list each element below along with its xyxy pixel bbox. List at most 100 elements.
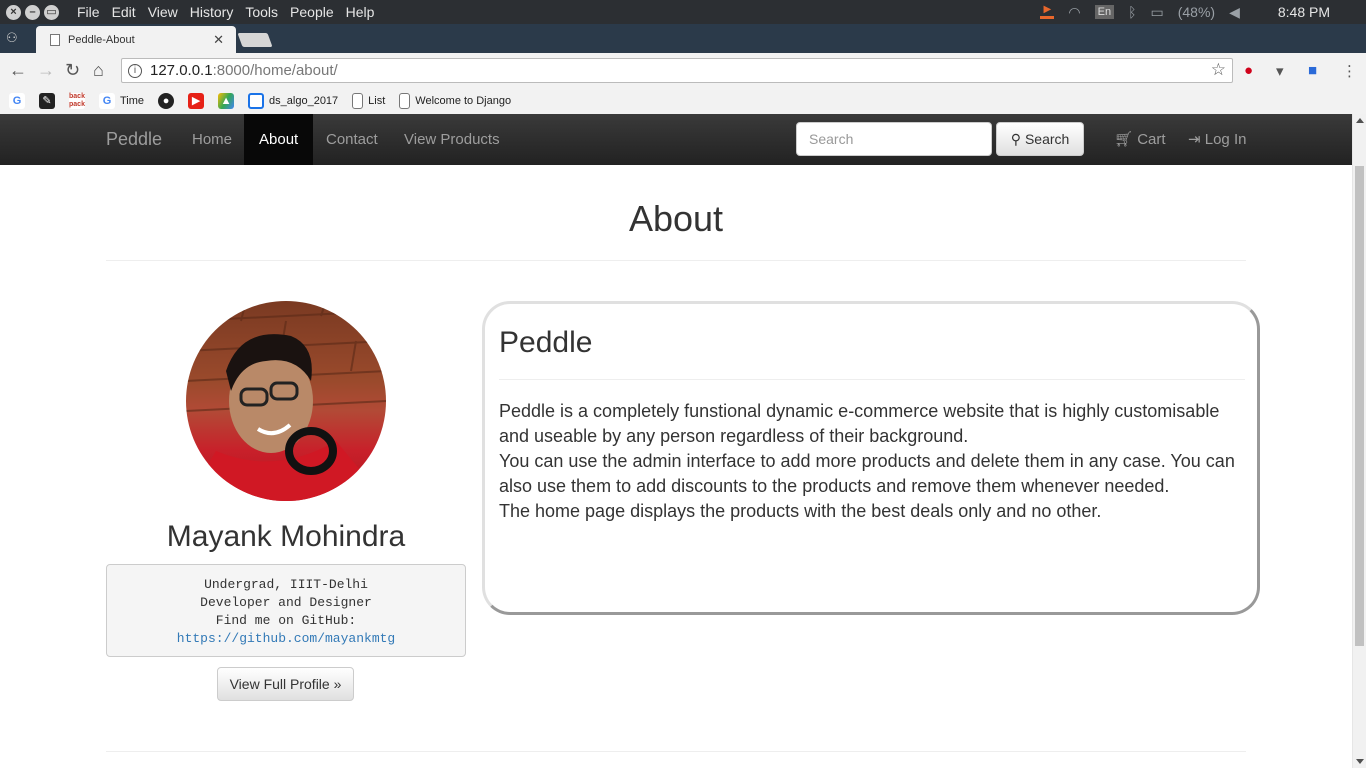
google-icon: G: [9, 93, 25, 109]
search-input[interactable]: [796, 122, 992, 156]
page-scrollbar[interactable]: [1352, 114, 1366, 768]
window-controls: × – ▭: [6, 4, 59, 20]
login-label: Log In: [1204, 131, 1247, 148]
keyboard-layout[interactable]: En: [1094, 5, 1115, 19]
table-icon: [248, 93, 265, 109]
menu-help[interactable]: Help: [342, 4, 383, 20]
opera-extension-icon[interactable]: ●: [1244, 62, 1253, 79]
login-icon: ⇥: [1188, 131, 1201, 148]
menu-history[interactable]: History: [186, 4, 242, 20]
card-title: Peddle: [499, 326, 593, 359]
search-button-label: Search: [1024, 131, 1070, 147]
site-info-icon[interactable]: i: [128, 63, 142, 78]
menu-edit[interactable]: Edit: [108, 4, 144, 20]
scroll-up-icon[interactable]: [1356, 118, 1364, 123]
tab-title: Peddle-About: [68, 33, 135, 46]
search-button[interactable]: ⚲ Search: [996, 122, 1084, 156]
bookmark-app-icon: ✎: [39, 93, 55, 109]
back-icon[interactable]: ←: [9, 60, 27, 81]
bookmark-label: Welcome to Django: [415, 95, 512, 107]
nav-contact[interactable]: Contact: [311, 114, 393, 165]
card-paragraph: The home page displays the products with…: [499, 501, 1102, 521]
url-host: 127.0.0.1: [150, 62, 213, 79]
drive-icon: ▲: [218, 93, 235, 109]
profile-details: Undergrad, IIIT-Delhi Developer and Desi…: [106, 564, 466, 657]
scroll-down-icon[interactable]: [1356, 759, 1364, 764]
bookmark-youtube[interactable]: ▶: [188, 93, 205, 109]
browser-menu-icon[interactable]: ⋮: [1342, 62, 1357, 80]
profile-line-github-label: Find me on GitHub:: [215, 613, 357, 628]
nav-view-products[interactable]: View Products: [389, 114, 515, 165]
github-icon: ●: [158, 93, 175, 109]
bookmark-label: Time: [120, 95, 145, 107]
url-path: :8000/home/about/: [212, 62, 338, 79]
bookmark-app[interactable]: ✎: [39, 93, 55, 109]
forward-icon[interactable]: →: [37, 60, 55, 81]
address-bar[interactable]: i 127.0.0.1:8000/home/about/ ☆: [121, 58, 1233, 83]
home-icon[interactable]: ⌂: [93, 60, 104, 81]
cart-label: Cart: [1137, 131, 1166, 148]
minimize-window-icon[interactable]: –: [25, 4, 40, 20]
bookmark-drive[interactable]: ▲: [218, 93, 235, 109]
nav-about[interactable]: About: [244, 114, 314, 165]
bookmark-github[interactable]: ●: [158, 93, 175, 109]
app-menu: File Edit View History Tools People Help: [73, 4, 382, 20]
bluetooth-icon[interactable]: ᛒ: [1128, 4, 1136, 20]
volume-icon[interactable]: ◀: [1229, 4, 1240, 21]
pocket-extension-icon[interactable]: ▾: [1276, 62, 1284, 80]
bookmark-star-icon[interactable]: ☆: [1211, 60, 1226, 80]
tab-strip: ⚇ Peddle-About ✕: [0, 24, 1366, 53]
site-navbar: Peddle Home About Contact View Products …: [0, 114, 1352, 165]
extension-icon[interactable]: ■: [1308, 62, 1317, 79]
close-window-icon[interactable]: ×: [6, 4, 21, 20]
google-icon: G: [99, 93, 115, 109]
page-icon: [399, 93, 411, 109]
browser-toolbar: ← → ↻ ⌂ i 127.0.0.1:8000/home/about/ ☆ ●…: [0, 53, 1366, 88]
page-icon: [50, 33, 60, 46]
scrollbar-thumb[interactable]: [1355, 166, 1364, 646]
card-paragraph: Peddle is a completely funstional dynami…: [499, 401, 1220, 446]
clock[interactable]: 8:48 PM: [1278, 4, 1330, 20]
bookmark-list[interactable]: List: [352, 93, 385, 109]
card-body: Peddle is a completely funstional dynami…: [499, 399, 1249, 524]
os-menu-bar: × – ▭ File Edit View History Tools Peopl…: [0, 0, 1366, 24]
cart-icon: 🛒︎: [1114, 131, 1134, 148]
maximize-window-icon[interactable]: ▭: [44, 4, 59, 20]
backpack-icon: back pack: [69, 93, 85, 109]
bookmark-backpack[interactable]: back pack: [69, 93, 85, 109]
divider: [106, 751, 1246, 752]
menu-file[interactable]: File: [73, 4, 108, 20]
about-card: Peddle Peddle is a completely funstional…: [482, 301, 1260, 615]
nav-cart[interactable]: 🛒︎ Cart: [1114, 114, 1166, 165]
github-link[interactable]: https://github.com/mayankmtg: [107, 630, 465, 648]
card-divider: [499, 379, 1245, 380]
battery-percent: (48%): [1177, 4, 1216, 20]
menu-view[interactable]: View: [144, 4, 186, 20]
profile-line-education: Undergrad, IIIT-Delhi: [204, 577, 368, 592]
bookmark-ds-algo[interactable]: ds_algo_2017: [248, 93, 338, 109]
menu-people[interactable]: People: [286, 4, 342, 20]
page-title: About: [628, 198, 724, 239]
system-tray: ▶ ◠ En ᛒ ▭ (48%) ◀ 8:48 PM: [1040, 0, 1330, 24]
profile-name: Mayank Mohindra: [166, 520, 406, 553]
bookmark-label: List: [368, 95, 386, 107]
site-brand[interactable]: Peddle: [106, 129, 162, 150]
bookmark-django[interactable]: Welcome to Django: [399, 93, 511, 109]
screen-recorder-icon[interactable]: ▶: [1040, 5, 1055, 19]
wifi-icon[interactable]: ◠: [1068, 4, 1080, 21]
view-full-profile-button[interactable]: View Full Profile »: [217, 667, 354, 701]
battery-icon[interactable]: ▭: [1150, 4, 1163, 21]
tab-peddle-about[interactable]: Peddle-About ✕: [36, 26, 236, 53]
youtube-icon: ▶: [188, 93, 205, 109]
profile-line-role: Developer and Designer: [200, 595, 372, 610]
close-tab-icon[interactable]: ✕: [213, 32, 224, 48]
bookmark-google[interactable]: G: [9, 93, 25, 109]
nav-login[interactable]: ⇥ Log In: [1188, 114, 1246, 165]
card-paragraph: You can use the admin interface to add m…: [499, 451, 1235, 496]
reload-icon[interactable]: ↻: [65, 60, 80, 81]
page-icon: [352, 93, 364, 109]
nav-home[interactable]: Home: [177, 114, 247, 165]
new-tab-button[interactable]: [237, 33, 273, 47]
menu-tools[interactable]: Tools: [241, 4, 286, 20]
bookmark-time[interactable]: G Time: [99, 93, 144, 109]
